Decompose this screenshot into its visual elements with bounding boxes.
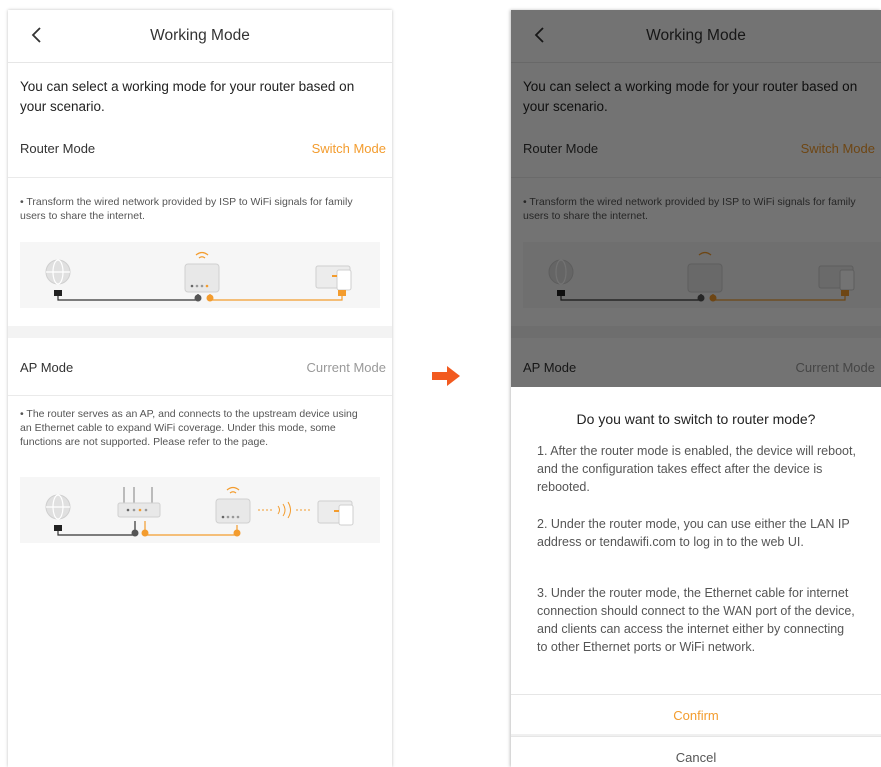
arrow-right-icon: [432, 366, 460, 386]
globe-icon: [45, 494, 71, 520]
ap-mode-description: • The router serves as an AP, and connec…: [20, 408, 358, 448]
router-mode-row: Router Mode Switch Mode: [20, 141, 386, 156]
current-mode-badge: Current Mode: [306, 360, 386, 375]
router-mode-description: • Transform the wired network provided b…: [20, 196, 353, 222]
header-bar: Working Mode: [8, 10, 392, 63]
intro-text: You can select a working mode for your r…: [20, 79, 355, 114]
laptop-icon: [317, 500, 354, 526]
switch-mode-dialog-screen: Working Mode You can select a working mo…: [511, 10, 881, 767]
dialog-paragraph-3: 3. Under the router mode, the Ethernet c…: [537, 586, 855, 654]
working-mode-screen: Working Mode You can select a working mo…: [8, 10, 392, 767]
page-title: Working Mode: [150, 27, 250, 44]
router-mode-diagram: [20, 242, 380, 308]
back-icon[interactable]: [26, 24, 48, 46]
dialog-paragraph-1: 1. After the router mode is enabled, the…: [537, 444, 856, 494]
switch-mode-dialog: Do you want to switch to router mode? 1.…: [511, 387, 881, 767]
cancel-button[interactable]: Cancel: [511, 736, 881, 767]
section-gap: [8, 326, 392, 338]
dialog-title: Do you want to switch to router mode?: [576, 411, 816, 427]
modal-backdrop[interactable]: [511, 10, 881, 387]
wifi-icon: [195, 251, 209, 259]
wifi-icon: [226, 486, 240, 494]
router-icon: [117, 487, 161, 518]
divider: [8, 395, 392, 396]
router-icon: [215, 498, 251, 524]
globe-icon: [45, 259, 71, 285]
router-icon: [184, 263, 220, 293]
divider: [8, 177, 392, 178]
confirm-button[interactable]: Confirm: [511, 694, 881, 735]
ap-mode-label: AP Mode: [20, 360, 74, 375]
laptop-icon: [315, 265, 352, 291]
ap-mode-row: AP Mode Current Mode: [20, 360, 386, 375]
switch-mode-link[interactable]: Switch Mode: [312, 141, 386, 156]
dialog-paragraph-2: 2. Under the router mode, you can use ei…: [537, 517, 850, 549]
router-mode-label: Router Mode: [20, 141, 96, 156]
ap-mode-diagram: [20, 477, 380, 543]
